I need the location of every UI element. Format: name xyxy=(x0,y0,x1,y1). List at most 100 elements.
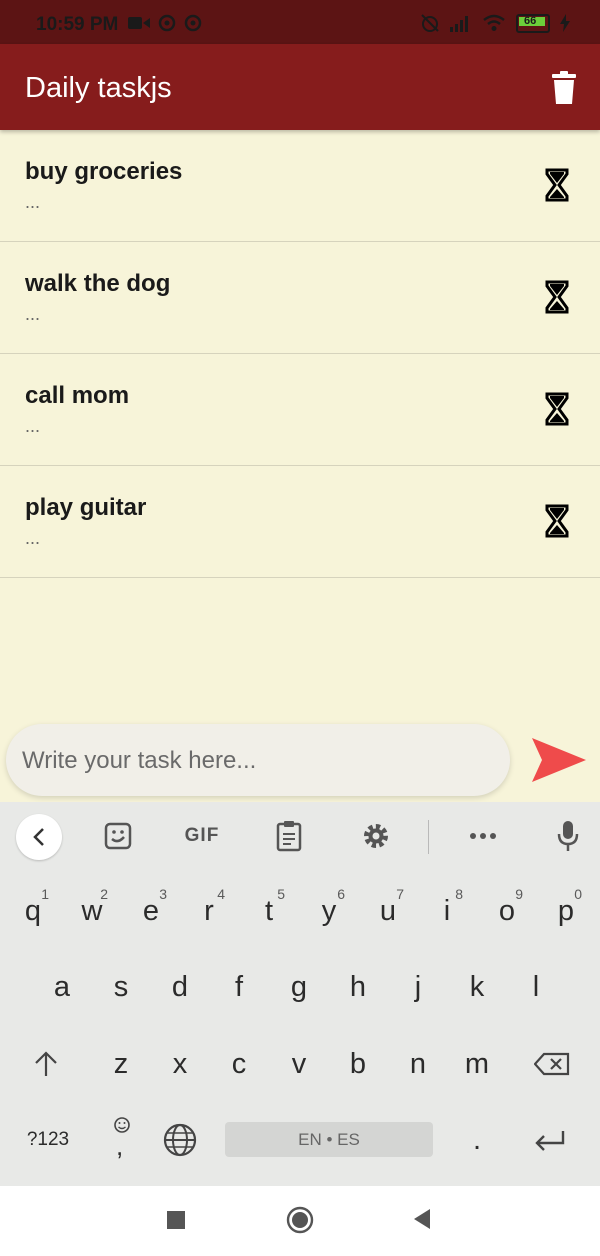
hourglass-icon[interactable] xyxy=(545,168,569,202)
task-item[interactable]: walk the dog ... xyxy=(0,242,600,354)
key-label: u xyxy=(379,894,397,927)
key-v[interactable]: v xyxy=(273,1037,325,1091)
task-input[interactable] xyxy=(20,738,494,784)
charging-icon xyxy=(560,14,570,32)
task-subtitle: ... xyxy=(25,304,41,324)
language-key[interactable] xyxy=(154,1113,206,1167)
key-label: e xyxy=(142,894,160,927)
battery-level: 66 xyxy=(524,14,537,27)
sync-icon xyxy=(158,14,176,32)
backspace-key[interactable] xyxy=(526,1037,578,1091)
key-k[interactable]: k xyxy=(451,960,503,1014)
shift-arrow-icon xyxy=(35,1051,57,1076)
alarm-off-icon xyxy=(421,14,439,32)
task-item[interactable]: play guitar ... xyxy=(0,466,600,578)
key-hint: 3 xyxy=(159,886,167,902)
hourglass-icon[interactable] xyxy=(545,504,569,538)
keyboard-back-button[interactable] xyxy=(16,814,62,860)
task-item[interactable]: call mom ... xyxy=(0,354,600,466)
signal-icon xyxy=(450,16,468,32)
more-icon xyxy=(470,833,496,839)
clipboard-button[interactable] xyxy=(274,818,304,854)
task-input-container xyxy=(6,724,510,796)
task-item[interactable]: buy groceries ... xyxy=(0,130,600,242)
key-w[interactable]: w2 xyxy=(66,884,118,938)
key-m[interactable]: m xyxy=(451,1037,503,1091)
key-l[interactable]: l xyxy=(510,960,562,1014)
key-label: y xyxy=(321,894,337,927)
task-list: buy groceries ... walk the dog ... call … xyxy=(0,130,600,578)
task-subtitle: ... xyxy=(25,416,41,436)
trash-icon xyxy=(552,71,576,104)
key-hint: 5 xyxy=(277,886,285,902)
task-title: walk the dog xyxy=(25,270,171,297)
backspace-icon xyxy=(534,1052,570,1076)
key-z[interactable]: z xyxy=(95,1037,147,1091)
hourglass-icon[interactable] xyxy=(545,280,569,314)
keyboard-settings-button[interactable] xyxy=(360,818,392,854)
key-s[interactable]: s xyxy=(95,960,147,1014)
app-bar: Daily taskjs xyxy=(0,44,600,130)
shift-key[interactable] xyxy=(20,1037,72,1091)
key-label: p xyxy=(557,894,575,927)
period-key[interactable]: . xyxy=(451,1113,503,1167)
key-hint: 8 xyxy=(455,886,463,902)
key-g[interactable]: g xyxy=(273,960,325,1014)
key-hint: 0 xyxy=(574,886,582,902)
emoji-comma-key[interactable]: , xyxy=(96,1113,148,1167)
key-q[interactable]: q1 xyxy=(7,884,59,938)
key-d[interactable]: d xyxy=(154,960,206,1014)
key-r[interactable]: r4 xyxy=(183,884,235,938)
sync-icon xyxy=(184,14,202,32)
space-key[interactable]: EN • ES xyxy=(225,1122,433,1157)
delete-all-button[interactable] xyxy=(548,71,580,105)
gif-button[interactable]: GIF xyxy=(180,818,224,854)
toolbar-divider xyxy=(428,820,429,854)
key-o[interactable]: o9 xyxy=(481,884,533,938)
status-left-icons xyxy=(128,14,202,32)
key-hint: 6 xyxy=(337,886,345,902)
enter-icon xyxy=(535,1131,565,1151)
video-camera-icon xyxy=(128,17,150,29)
key-c[interactable]: c xyxy=(213,1037,265,1091)
key-n[interactable]: n xyxy=(392,1037,444,1091)
send-icon xyxy=(532,738,586,782)
status-bar: 10:59 PM 66 xyxy=(0,0,600,44)
enter-key[interactable] xyxy=(524,1113,576,1167)
home-button[interactable] xyxy=(286,1206,314,1239)
nav-back-button[interactable] xyxy=(412,1208,432,1235)
key-u[interactable]: u7 xyxy=(362,884,414,938)
keyboard-toolbar: GIF xyxy=(0,802,600,870)
recents-icon xyxy=(167,1211,185,1229)
key-hint: 7 xyxy=(396,886,404,902)
key-y[interactable]: y6 xyxy=(303,884,355,938)
task-subtitle: ... xyxy=(25,528,41,548)
symbols-key[interactable]: ?123 xyxy=(16,1113,80,1167)
key-e[interactable]: e3 xyxy=(125,884,177,938)
status-right-icons: 66 xyxy=(420,13,570,33)
key-i[interactable]: i8 xyxy=(421,884,473,938)
send-button[interactable] xyxy=(530,736,586,784)
app-title: Daily taskjs xyxy=(25,72,172,104)
key-b[interactable]: b xyxy=(332,1037,384,1091)
key-j[interactable]: j xyxy=(392,960,444,1014)
key-f[interactable]: f xyxy=(213,960,265,1014)
task-title: buy groceries xyxy=(25,158,183,185)
more-button[interactable] xyxy=(466,818,500,854)
key-hint: 1 xyxy=(41,886,49,902)
key-label: r xyxy=(204,894,214,927)
sticker-icon xyxy=(104,822,132,850)
key-h[interactable]: h xyxy=(332,960,384,1014)
voice-input-button[interactable] xyxy=(552,818,584,854)
sticker-button[interactable] xyxy=(102,818,134,854)
key-t[interactable]: t5 xyxy=(243,884,295,938)
system-nav-bar xyxy=(0,1186,600,1256)
key-x[interactable]: x xyxy=(154,1037,206,1091)
hourglass-icon[interactable] xyxy=(545,392,569,426)
task-subtitle: ... xyxy=(25,192,41,212)
key-a[interactable]: a xyxy=(36,960,88,1014)
key-p[interactable]: p0 xyxy=(540,884,592,938)
task-title: call mom xyxy=(25,382,130,409)
recents-button[interactable] xyxy=(166,1210,186,1235)
battery-icon: 66 xyxy=(516,13,550,33)
